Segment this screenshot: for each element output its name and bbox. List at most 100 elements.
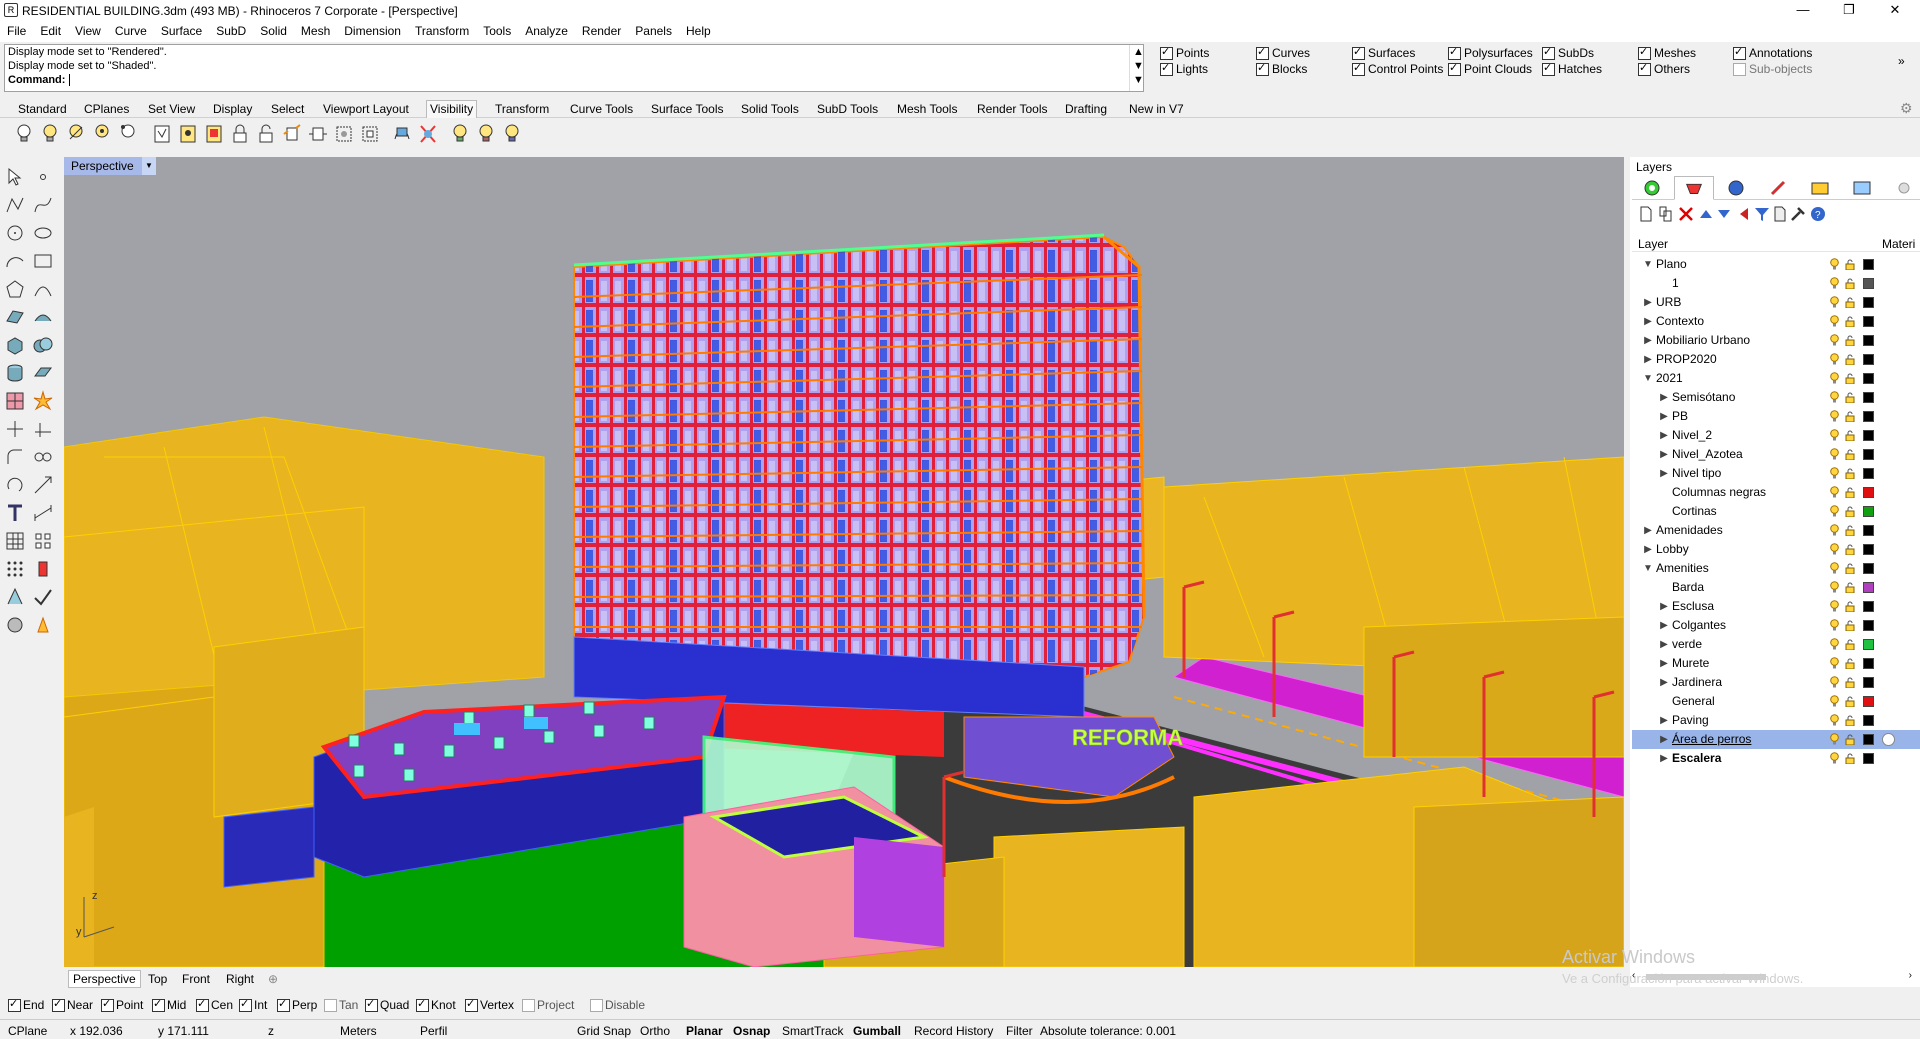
layer-color-swatch[interactable] xyxy=(1863,696,1874,707)
unlocked-icon[interactable] xyxy=(1845,392,1855,403)
minimize-button[interactable]: — xyxy=(1780,0,1826,22)
unlocked-icon[interactable] xyxy=(1845,335,1855,346)
layer-name[interactable]: Área de perros xyxy=(1672,730,1751,749)
menu-surface[interactable]: Surface xyxy=(154,22,209,38)
osnap-int[interactable]: Int xyxy=(239,997,267,1014)
materials-tab-icon[interactable] xyxy=(1758,176,1798,200)
show-curves-icon[interactable] xyxy=(392,123,412,145)
osnap-point[interactable]: Point xyxy=(101,997,143,1014)
environment-tab-icon[interactable] xyxy=(1842,176,1882,200)
filter-icon[interactable] xyxy=(1754,206,1770,222)
scale-icon[interactable] xyxy=(32,474,54,496)
layer-color-swatch[interactable] xyxy=(1863,601,1874,612)
layer-name[interactable]: Nivel tipo xyxy=(1672,464,1721,483)
hide-lights-icon[interactable] xyxy=(476,123,496,145)
layer-name[interactable]: Esclusa xyxy=(1672,597,1714,616)
tab-select[interactable]: Select xyxy=(271,102,304,116)
layer-color-swatch[interactable] xyxy=(1863,487,1874,498)
tab-drafting[interactable]: Drafting xyxy=(1065,102,1107,116)
layer-name[interactable]: Semisótano xyxy=(1672,388,1735,407)
unisolate-icon[interactable] xyxy=(308,123,328,145)
expand-arrow-icon[interactable]: ▶ xyxy=(1658,635,1670,654)
show-annotations-icon[interactable] xyxy=(502,123,522,145)
osnap-project[interactable]: Project xyxy=(522,998,574,1014)
collapse-arrow-icon[interactable]: ▼ xyxy=(1642,255,1654,274)
hide-swap-icon[interactable] xyxy=(92,123,112,145)
layer-row[interactable]: ▶ Contexto xyxy=(1632,312,1920,331)
collapse-arrow-icon[interactable]: ▼ xyxy=(1642,559,1654,578)
lightbulb-icon[interactable] xyxy=(1830,752,1839,765)
show-selected-icon[interactable] xyxy=(66,123,86,145)
expand-arrow-icon[interactable]: ▶ xyxy=(1658,426,1670,445)
freeform-icon[interactable] xyxy=(32,278,54,300)
ellipse-icon[interactable] xyxy=(32,222,54,244)
expand-arrow-icon[interactable]: ▶ xyxy=(1658,654,1670,673)
layer-row[interactable]: ▶ Lobby xyxy=(1632,540,1920,559)
tab-new-in-v7[interactable]: New in V7 xyxy=(1129,102,1184,116)
layer-row[interactable]: ▼ 2021 xyxy=(1632,369,1920,388)
vp-tab-front[interactable]: Front xyxy=(182,972,210,986)
dots-grid-icon[interactable] xyxy=(4,558,26,580)
filter-points[interactable]: Points xyxy=(1160,45,1209,62)
rotate-icon[interactable] xyxy=(4,474,26,496)
layer-row[interactable]: ▶ verde xyxy=(1632,635,1920,654)
osnap-near[interactable]: Near xyxy=(52,997,93,1014)
tab-mesh-tools[interactable]: Mesh Tools xyxy=(897,102,957,116)
unlocked-icon[interactable] xyxy=(1845,677,1855,688)
delete-layer-icon[interactable] xyxy=(1678,206,1694,222)
viewport-title-tab[interactable]: Perspective ▼ xyxy=(64,157,156,175)
units[interactable]: Meters xyxy=(340,1024,377,1038)
layer-row[interactable]: ▶ PROP2020 xyxy=(1632,350,1920,369)
show-points-icon[interactable] xyxy=(118,123,138,145)
layer-name[interactable]: 2021 xyxy=(1656,369,1683,388)
cylinder-icon[interactable] xyxy=(4,362,26,384)
layer-color-swatch[interactable] xyxy=(1863,715,1874,726)
expand-arrow-icon[interactable]: ▶ xyxy=(1658,597,1670,616)
layer-name[interactable]: Barda xyxy=(1672,578,1704,597)
layer-row[interactable]: ▶ Esclusa xyxy=(1632,597,1920,616)
filter-others[interactable]: Others xyxy=(1638,61,1690,78)
layer-name[interactable]: Jardinera xyxy=(1672,673,1722,692)
lightbulb-icon[interactable] xyxy=(1830,524,1839,537)
properties-tab-icon[interactable] xyxy=(1632,176,1672,200)
gumball-icon[interactable] xyxy=(32,558,54,580)
unlock-objects-icon[interactable] xyxy=(178,123,198,145)
extrude-icon[interactable] xyxy=(32,362,54,384)
expand-arrow-icon[interactable]: ▶ xyxy=(1658,673,1670,692)
help-icon[interactable]: ? xyxy=(1810,206,1826,222)
lock-objects-icon[interactable] xyxy=(152,123,172,145)
layer-color-swatch[interactable] xyxy=(1863,734,1874,745)
lightbulb-icon[interactable] xyxy=(1830,334,1839,347)
planar-toggle[interactable]: Planar xyxy=(686,1024,723,1038)
unlocked-icon[interactable] xyxy=(1845,601,1855,612)
layer-color-swatch[interactable] xyxy=(1863,525,1874,536)
menu-transform[interactable]: Transform xyxy=(408,22,476,38)
lightbulb-icon[interactable] xyxy=(1830,733,1839,746)
osnap-end[interactable]: End xyxy=(8,997,44,1014)
unlocked-icon[interactable] xyxy=(1845,259,1855,270)
lightbulb-icon[interactable] xyxy=(1830,600,1839,613)
arc-icon[interactable] xyxy=(4,250,26,272)
trim-icon[interactable] xyxy=(4,418,26,440)
libraries-tab-icon[interactable] xyxy=(1800,176,1840,200)
tab-standard[interactable]: Standard xyxy=(18,102,67,116)
lightbulb-icon[interactable] xyxy=(1830,391,1839,404)
layer-state-icon[interactable] xyxy=(1772,206,1788,222)
layer-color-swatch[interactable] xyxy=(1863,430,1874,441)
layer-row[interactable]: Columnas negras xyxy=(1632,483,1920,502)
text-icon[interactable] xyxy=(4,502,26,524)
layer-row[interactable]: ▼ Plano xyxy=(1632,255,1920,274)
layer-color-swatch[interactable] xyxy=(1863,544,1874,555)
filter-lights[interactable]: Lights xyxy=(1160,61,1208,78)
menu-curve[interactable]: Curve xyxy=(108,22,154,38)
layer-name[interactable]: PB xyxy=(1672,407,1688,426)
tab-visibility[interactable]: Visibility xyxy=(426,100,478,118)
menu-subd[interactable]: SubD xyxy=(209,22,253,38)
lightbulb-icon[interactable] xyxy=(1830,657,1839,670)
layer-row[interactable]: ▶ Paving xyxy=(1632,711,1920,730)
layer-row[interactable]: ▶ Nivel_2 xyxy=(1632,426,1920,445)
layer-name[interactable]: Amenidades xyxy=(1656,521,1723,540)
lightbulb-icon[interactable] xyxy=(1830,467,1839,480)
unlocked-icon[interactable] xyxy=(1845,468,1855,479)
layer-color-swatch[interactable] xyxy=(1863,335,1874,346)
